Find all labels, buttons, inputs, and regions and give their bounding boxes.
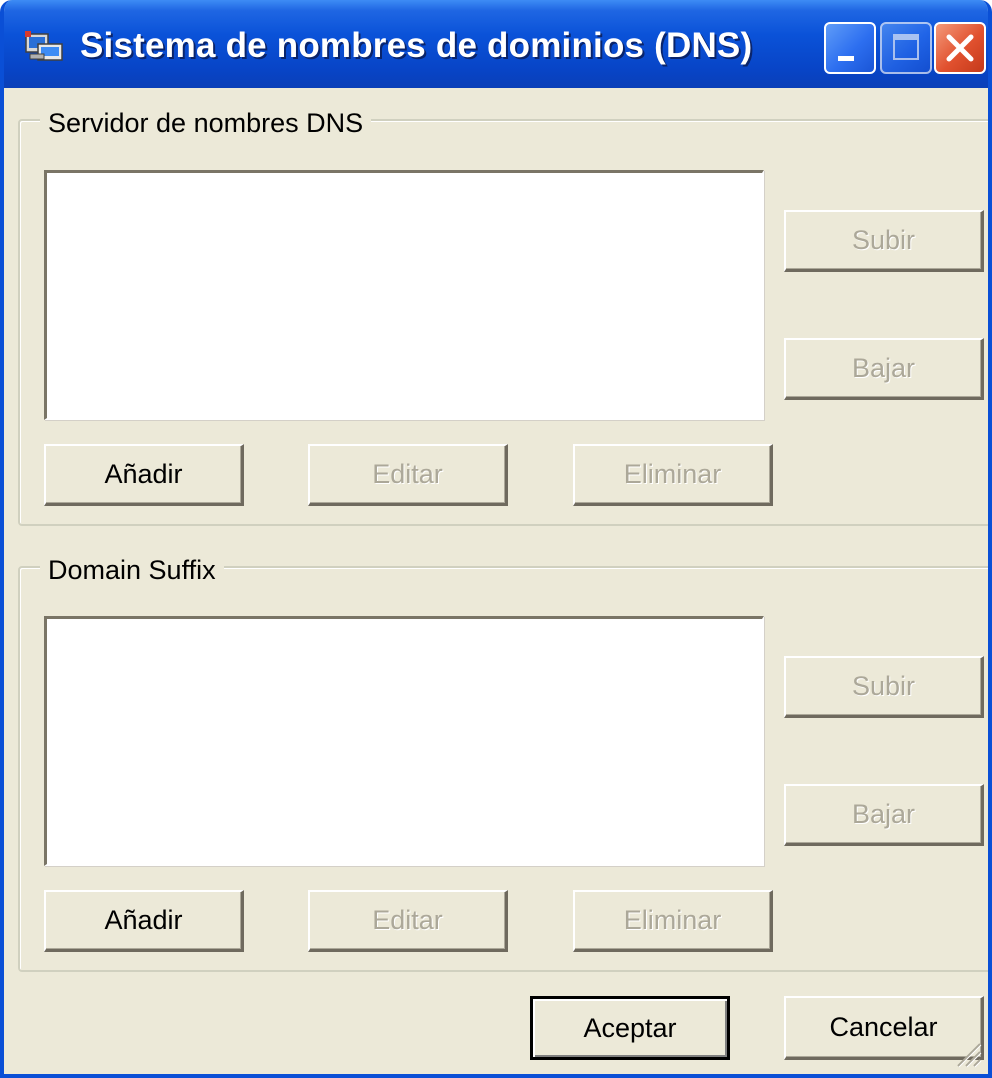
- domain-suffix-group: Domain Suffix Subir Bajar Añadir Editar …: [4, 0, 988, 980]
- dns-dialog: Sistema de nombres de dominios (DNS) Ser…: [0, 0, 992, 1078]
- resize-grip-icon[interactable]: [952, 1038, 982, 1068]
- suffix-edit-button[interactable]: Editar: [308, 890, 508, 952]
- suffix-up-button[interactable]: Subir: [784, 656, 984, 718]
- suffix-down-button[interactable]: Bajar: [784, 784, 984, 846]
- domain-suffix-list[interactable]: [44, 616, 764, 866]
- accept-button[interactable]: Aceptar: [530, 996, 730, 1060]
- domain-suffix-label: Domain Suffix: [40, 555, 224, 586]
- suffix-remove-button[interactable]: Eliminar: [573, 890, 773, 952]
- suffix-add-button[interactable]: Añadir: [44, 890, 244, 952]
